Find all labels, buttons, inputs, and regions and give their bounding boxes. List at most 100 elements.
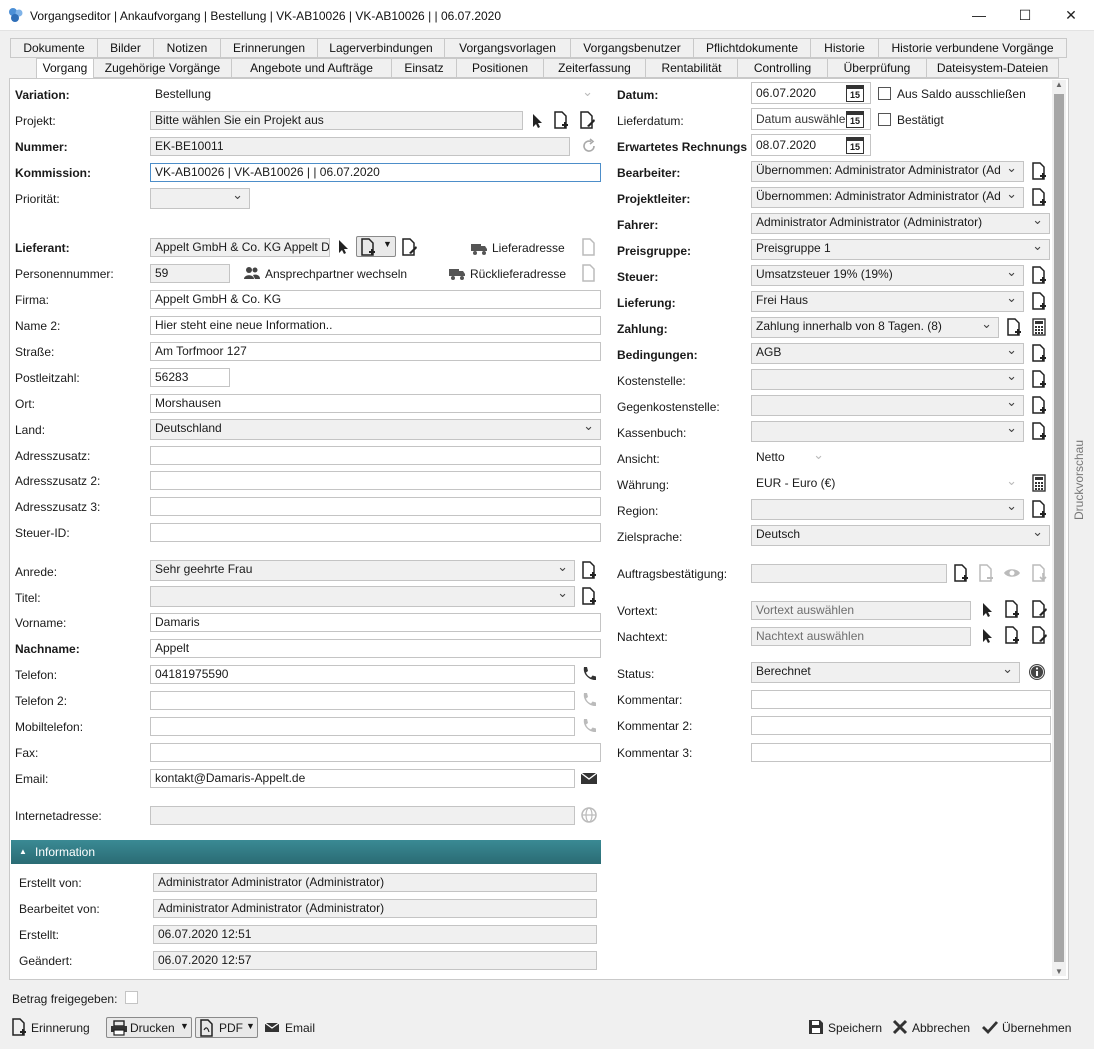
tab-vorgangsbenutzer[interactable]: Vorgangsbenutzer [570,38,694,58]
bedingungen-select[interactable]: AGB [751,343,1024,364]
scroll-up-icon[interactable]: ▲ [1055,80,1063,89]
calendar-icon[interactable]: 15 [846,137,864,154]
bearbeiter-select[interactable]: Übernommen: Administrator Administrator … [751,161,1024,182]
fahrer-select[interactable]: Administrator Administrator (Administrat… [751,213,1050,234]
ansprechpartner-link[interactable]: Ansprechpartner wechseln [265,267,407,281]
kommentar2-input[interactable] [751,716,1051,735]
betrag-freigegeben-checkbox[interactable] [125,991,138,1004]
tab-lagerverbindungen[interactable]: Lagerverbindungen [317,38,445,58]
firma-input[interactable]: Appelt GmbH & Co. KG [150,290,601,309]
bestaetigt-checkbox[interactable] [878,113,891,126]
eye-icon[interactable] [1003,564,1021,582]
edit-document-icon[interactable] [578,111,596,129]
document-icon[interactable] [580,264,598,282]
region-select[interactable] [751,499,1024,520]
titel-select[interactable] [150,586,575,607]
nachtext-field[interactable]: Nachtext auswählen [751,627,971,646]
waehrung-select[interactable]: EUR - Euro (€) [751,474,1024,493]
edit-document-icon[interactable] [1030,600,1048,618]
tab-positionen[interactable]: Positionen [456,58,544,78]
cursor-select-icon[interactable] [978,601,996,619]
tab-vorgang[interactable]: Vorgang [36,58,94,79]
vertical-scrollbar[interactable]: ▲ ▼ [1052,80,1066,976]
new-document-icon[interactable] [1030,370,1048,388]
document-download-icon[interactable] [1030,564,1048,582]
lieferung-select[interactable]: Frei Haus [751,291,1024,312]
maximize-button[interactable]: ☐ [1002,0,1048,31]
druckvorschau-side-tab[interactable]: Druckvorschau [1072,430,1090,530]
preisgruppe-select[interactable]: Preisgruppe 1 [751,239,1050,260]
tab-einsatz[interactable]: Einsatz [391,58,457,78]
tab-controlling[interactable]: Controlling [737,58,828,78]
new-document-icon[interactable] [1005,318,1023,336]
speichern-button[interactable]: Speichern [828,1021,882,1035]
gegenkostenstelle-select[interactable] [751,395,1024,416]
tab-bilder[interactable]: Bilder [97,38,154,58]
calculator-icon[interactable] [1030,474,1048,492]
abbrechen-button[interactable]: Abbrechen [912,1021,970,1035]
steuer-select[interactable]: Umsatzsteuer 19% (19%) [751,265,1024,286]
tab-notizen[interactable]: Notizen [153,38,221,58]
new-document-icon[interactable] [1030,266,1048,284]
adresszusatz2-input[interactable] [150,471,601,490]
minimize-button[interactable]: — [956,0,1002,31]
prioritaet-select[interactable] [150,188,250,209]
tab-vorgangsvorlagen[interactable]: Vorgangsvorlagen [444,38,571,58]
new-document-icon[interactable] [1030,396,1048,414]
edit-document-icon[interactable] [400,238,418,256]
new-document-icon[interactable] [1030,162,1048,180]
projektleiter-select[interactable]: Übernommen: Administrator Administrator … [751,187,1024,208]
refresh-icon[interactable] [580,137,598,155]
nummer-field[interactable]: EK-BE10011 [150,137,570,156]
email-input[interactable]: kontakt@Damaris-Appelt.de [150,769,575,788]
kommission-input[interactable]: VK-AB10026 | VK-AB10026 | | 06.07.2020 [150,163,601,182]
new-document-icon[interactable] [952,564,970,582]
kassenbuch-select[interactable] [751,421,1024,442]
document-icon[interactable] [580,238,598,256]
calendar-icon[interactable]: 15 [846,85,864,102]
kommentar3-input[interactable] [751,743,1051,762]
new-document-icon[interactable] [1030,292,1048,310]
scroll-thumb[interactable] [1054,94,1064,962]
phone-icon[interactable] [580,717,598,735]
email-button[interactable]: Email [285,1021,315,1035]
nachname-input[interactable]: Appelt [150,639,601,658]
ruecklieferadresse-link[interactable]: Rücklieferadresse [470,267,566,281]
telefon-input[interactable]: 04181975590 [150,665,575,684]
tab-dokumente[interactable]: Dokumente [10,38,98,58]
drucken-dropdown-button[interactable]: Drucken ▼ [106,1017,192,1038]
phone-icon[interactable] [580,691,598,709]
scroll-down-icon[interactable]: ▼ [1055,967,1063,976]
strasse-input[interactable]: Am Torfmoor 127 [150,342,601,361]
auftragsbestaetigung-field[interactable] [751,564,947,583]
plz-input[interactable]: 56283 [150,368,230,387]
lieferant-field[interactable]: Appelt GmbH & Co. KG Appelt Da [150,238,330,257]
new-lieferant-dropdown[interactable]: ▼ [356,236,396,257]
projekt-field[interactable]: Bitte wählen Sie ein Projekt aus [150,111,523,130]
variation-select[interactable]: Bestellung [150,85,600,104]
name2-input[interactable]: Hier steht eine neue Information.. [150,316,601,335]
adresszusatz3-input[interactable] [150,497,601,516]
pdf-dropdown-button[interactable]: PDF ▼ [195,1017,258,1038]
personennummer-field[interactable]: 59 [150,264,230,283]
aus-saldo-checkbox[interactable] [878,87,891,100]
adresszusatz-input[interactable] [150,446,601,465]
tab-pflichtdokumente[interactable]: Pflichtdokumente [693,38,811,58]
land-select[interactable]: Deutschland [150,419,601,440]
tab-zeiterfassung[interactable]: Zeiterfassung [543,58,646,78]
new-document-icon[interactable] [1030,344,1048,362]
new-document-icon[interactable] [580,587,598,605]
kostenstelle-select[interactable] [751,369,1024,390]
phone-icon[interactable] [580,665,598,683]
tab-angebote-auftraege[interactable]: Angebote und Aufträge [231,58,392,78]
new-document-icon[interactable] [552,111,570,129]
new-document-icon[interactable] [1030,422,1048,440]
globe-icon[interactable] [580,806,598,824]
zahlung-select[interactable]: Zahlung innerhalb von 8 Tagen. (8) [751,317,999,338]
tab-rentabilitaet[interactable]: Rentabilität [645,58,738,78]
new-document-icon[interactable] [1030,500,1048,518]
vortext-field[interactable]: Vortext auswählen [751,601,971,620]
ort-input[interactable]: Morshausen [150,394,601,413]
tab-erinnerungen[interactable]: Erinnerungen [220,38,318,58]
telefon2-input[interactable] [150,691,575,710]
